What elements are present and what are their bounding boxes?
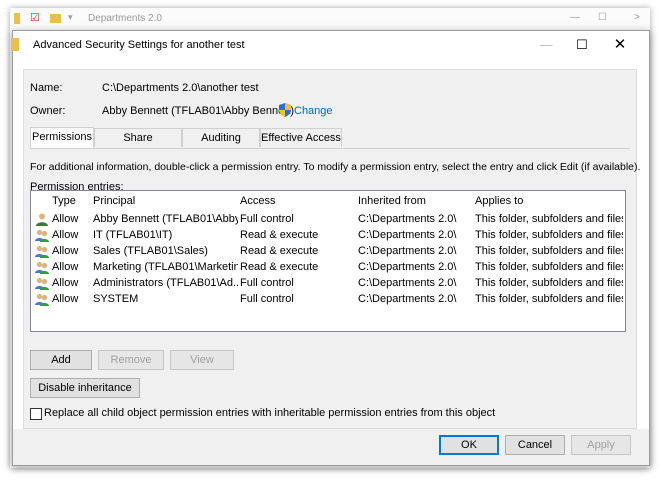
cell-access: Read & execute xyxy=(240,245,319,257)
replace-child-permissions-checkbox[interactable] xyxy=(30,408,42,420)
cell-principal: SYSTEM xyxy=(93,293,139,305)
cell-inherited: C:\Departments 2.0\ xyxy=(358,261,457,273)
tab-share[interactable]: Share xyxy=(94,128,182,147)
permission-entries-list[interactable]: Type Principal Access Inherited from App… xyxy=(30,190,626,332)
cell-principal: Marketing (TFLAB01\Marketin... xyxy=(93,261,238,273)
minimize-icon: — xyxy=(570,12,580,23)
column-header-inherited[interactable]: Inherited from xyxy=(358,195,426,207)
cell-applies: This folder, subfolders and files xyxy=(475,229,623,241)
dialog-titlebar: Advanced Security Settings for another t… xyxy=(11,31,649,59)
cell-applies: This folder, subfolders and files xyxy=(475,213,623,225)
ok-button[interactable]: OK xyxy=(439,435,499,455)
add-button[interactable]: Add xyxy=(30,350,92,370)
cell-access: Read & execute xyxy=(240,261,319,273)
folder-icon xyxy=(14,13,20,24)
cell-principal: Sales (TFLAB01\Sales) xyxy=(93,245,208,257)
column-header-type[interactable]: Type xyxy=(52,195,76,207)
disable-inheritance-button[interactable]: Disable inheritance xyxy=(30,378,140,398)
user-icon xyxy=(35,213,49,226)
tab-auditing[interactable]: Auditing xyxy=(182,128,260,147)
folder-icon xyxy=(50,14,61,23)
cell-inherited: C:\Departments 2.0\ xyxy=(358,245,457,257)
remove-button[interactable]: Remove xyxy=(98,350,164,370)
cell-type: Allow xyxy=(52,293,79,305)
dropdown-icon: ▾ xyxy=(68,12,73,22)
name-label: Name: xyxy=(30,82,63,94)
cell-inherited: C:\Departments 2.0\ xyxy=(358,213,457,225)
chevron-right-icon: > xyxy=(634,12,640,23)
cell-access: Full control xyxy=(240,213,294,225)
cell-applies: This folder, subfolders and files xyxy=(475,261,623,273)
list-header: Type Principal Access Inherited from App… xyxy=(31,191,625,211)
apply-button[interactable]: Apply xyxy=(571,435,631,455)
cell-type: Allow xyxy=(52,213,79,225)
cell-type: Allow xyxy=(52,261,79,273)
cell-applies: This folder, subfolders and files xyxy=(475,293,623,305)
cell-access: Full control xyxy=(240,277,294,289)
cell-access: Full control xyxy=(240,293,294,305)
dialog-title: Advanced Security Settings for another t… xyxy=(33,39,245,51)
cell-type: Allow xyxy=(52,277,79,289)
group-icon xyxy=(35,229,49,242)
cancel-button[interactable]: Cancel xyxy=(505,435,565,455)
shield-icon xyxy=(279,103,291,120)
column-header-principal[interactable]: Principal xyxy=(93,195,135,207)
background-titlebar: ☑ ▾ Departments 2.0 — ☐ > xyxy=(10,8,650,30)
column-header-access[interactable]: Access xyxy=(240,195,275,207)
cell-applies: This folder, subfolders and files xyxy=(475,277,623,289)
cell-type: Allow xyxy=(52,245,79,257)
cell-access: Read & execute xyxy=(240,229,319,241)
table-row[interactable]: Allow Administrators (TFLAB01\Ad... Full c… xyxy=(31,276,625,292)
table-row[interactable]: Allow IT (TFLAB01\IT) Read & execute C:\Dep… xyxy=(31,228,625,244)
table-row[interactable]: Allow Sales (TFLAB01\Sales) Read & execute… xyxy=(31,244,625,260)
cell-applies: This folder, subfolders and files xyxy=(475,245,623,257)
tab-divider xyxy=(30,148,630,149)
tab-permissions[interactable]: Permissions xyxy=(30,127,94,148)
cell-principal: Administrators (TFLAB01\Ad... xyxy=(93,277,238,289)
background-window-title: Departments 2.0 xyxy=(88,13,162,24)
cell-principal: IT (TFLAB01\IT) xyxy=(93,229,173,241)
group-icon xyxy=(35,261,49,274)
name-value: C:\Departments 2.0\another test xyxy=(102,82,259,94)
view-button[interactable]: View xyxy=(170,350,234,370)
cell-inherited: C:\Departments 2.0\ xyxy=(358,277,457,289)
owner-label: Owner: xyxy=(30,105,66,117)
maximize-icon: ☐ xyxy=(598,12,607,23)
change-owner-link[interactable]: Change xyxy=(294,105,333,117)
cell-inherited: C:\Departments 2.0\ xyxy=(358,229,457,241)
maximize-button[interactable]: ☐ xyxy=(571,35,593,55)
owner-value: Abby Bennett (TFLAB01\Abby Bennett) xyxy=(102,105,295,117)
group-icon xyxy=(35,245,49,258)
dialog-content: Name: C:\Departments 2.0\another test Ow… xyxy=(23,69,641,429)
cell-principal: Abby Bennett (TFLAB01\Abby... xyxy=(93,213,238,225)
cell-type: Allow xyxy=(52,229,79,241)
table-row[interactable]: Allow Abby Bennett (TFLAB01\Abby... Full c… xyxy=(31,212,625,228)
cell-inherited: C:\Departments 2.0\ xyxy=(358,293,457,305)
table-row[interactable]: Allow SYSTEM Full control C:\Departments 2.… xyxy=(31,292,625,308)
folder-icon xyxy=(11,38,19,51)
info-text: For additional information, double-click… xyxy=(30,161,641,173)
column-header-applies[interactable]: Applies to xyxy=(475,195,523,207)
close-button[interactable]: ✕ xyxy=(609,35,631,55)
group-icon xyxy=(35,293,49,306)
tab-effective-access[interactable]: Effective Access xyxy=(260,128,342,147)
minimize-button[interactable]: — xyxy=(535,35,557,55)
replace-child-permissions-label: Replace all child object permission entr… xyxy=(44,407,496,419)
group-icon xyxy=(35,277,49,290)
dialog-footer: OK Cancel Apply xyxy=(13,429,649,465)
advanced-security-dialog: Advanced Security Settings for another t… xyxy=(11,30,650,466)
checkmark-icon: ☑ xyxy=(30,12,40,24)
table-row[interactable]: Allow Marketing (TFLAB01\Marketin... Read … xyxy=(31,260,625,276)
